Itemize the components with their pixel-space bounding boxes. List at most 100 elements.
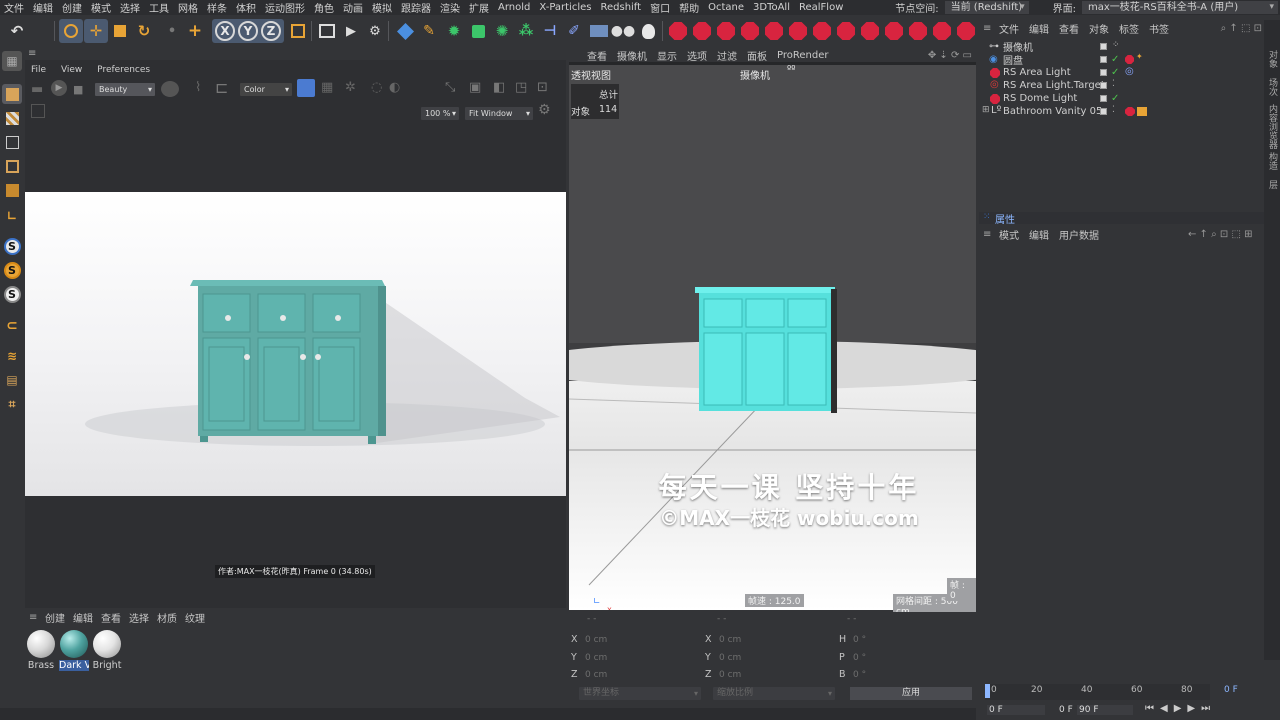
pos-y-field[interactable]: 0 cm bbox=[585, 653, 607, 663]
object-name[interactable]: RS Area Light bbox=[1003, 67, 1071, 78]
aov-dropdown[interactable]: Beauty bbox=[95, 83, 155, 96]
menu-item[interactable]: 工具 bbox=[149, 0, 169, 15]
om-menu-view[interactable]: 查看 bbox=[1059, 21, 1079, 36]
viewport-menu-panel[interactable]: 面板 bbox=[747, 48, 767, 63]
cloner-button[interactable]: ⁂ bbox=[514, 19, 538, 43]
menu-item[interactable]: 窗口 bbox=[650, 0, 670, 15]
locked-workplane-button[interactable]: ⌗ bbox=[2, 394, 22, 414]
menu-file[interactable]: File bbox=[31, 65, 46, 75]
end-frame-field[interactable]: 90 F bbox=[1077, 705, 1133, 715]
zoom-dropdown[interactable]: 100 % bbox=[421, 107, 459, 120]
contrast-icon[interactable]: ◐ bbox=[389, 80, 400, 95]
coordinate-mode-dropdown[interactable]: 世界坐标 bbox=[579, 687, 701, 700]
visibility-toggle[interactable] bbox=[1100, 108, 1107, 115]
expand-toggle-icon[interactable]: ⊞ bbox=[982, 105, 990, 115]
rs-sun-button[interactable] bbox=[810, 19, 834, 43]
render-view-button[interactable]: ▶ bbox=[339, 19, 363, 43]
material-tag-icon[interactable] bbox=[1125, 55, 1134, 64]
menu-item[interactable]: 模拟 bbox=[372, 0, 392, 15]
menu-item[interactable]: Octane bbox=[708, 2, 744, 13]
region-icon[interactable]: ◳ bbox=[515, 80, 527, 95]
subdivision-button[interactable]: ✹ bbox=[442, 19, 466, 43]
workplane-button[interactable]: ≋ bbox=[2, 346, 22, 366]
pos-x-field[interactable]: 0 cm bbox=[585, 635, 607, 645]
add-tool-button[interactable]: + bbox=[183, 19, 207, 43]
viewport-menu-display[interactable]: 显示 bbox=[657, 48, 677, 63]
menu-item[interactable]: 样条 bbox=[207, 0, 227, 15]
menu-item[interactable]: 编辑 bbox=[33, 0, 53, 15]
visibility-toggle[interactable] bbox=[1100, 69, 1107, 76]
visibility-toggle[interactable] bbox=[1100, 82, 1107, 89]
menu-item[interactable]: 跟踪器 bbox=[401, 0, 431, 15]
compare-icon[interactable]: ◧ bbox=[493, 80, 505, 95]
object-row-disc[interactable]: ◉ 圆盘 ✓ ✦ bbox=[979, 52, 1264, 67]
floor-button[interactable] bbox=[587, 19, 611, 43]
undo-button[interactable]: ↶ bbox=[4, 19, 30, 43]
snapshot-icon[interactable]: ▣ bbox=[469, 80, 481, 95]
menu-item[interactable]: 文件 bbox=[4, 0, 24, 15]
pos-z-field[interactable]: 0 cm bbox=[585, 670, 607, 680]
color-dropdown[interactable]: Color bbox=[240, 83, 292, 96]
object-name[interactable]: RS Dome Light bbox=[1003, 93, 1077, 104]
hamburger-icon[interactable]: ≡ bbox=[29, 612, 37, 623]
layout-dropdown[interactable]: max一枝花-RS百科全书-A (用户) bbox=[1082, 1, 1278, 14]
object-row-rs-dome-light[interactable]: RS Dome Light ✓ bbox=[979, 92, 1264, 105]
menu-item[interactable]: 动画 bbox=[343, 0, 363, 15]
rot-p-field[interactable]: 0 ° bbox=[853, 653, 866, 663]
solo-hierarchy-button[interactable]: S bbox=[2, 260, 22, 280]
apply-button[interactable]: 应用 bbox=[850, 687, 972, 700]
playhead[interactable] bbox=[985, 684, 990, 698]
points-mode-button[interactable] bbox=[2, 132, 22, 152]
enabled-check[interactable]: ✓ bbox=[1111, 54, 1119, 65]
scale-mode-dropdown[interactable]: 缩放比例 bbox=[713, 687, 835, 700]
fit-dropdown[interactable]: Fit Window bbox=[465, 107, 533, 120]
cube-object-button[interactable] bbox=[393, 19, 417, 43]
viewport-nav-icons[interactable]: ✥ ⇣ ⟳ ▭ bbox=[928, 50, 972, 61]
attr-menu-edit[interactable]: 编辑 bbox=[1029, 227, 1049, 242]
rs-camera-button[interactable] bbox=[858, 19, 882, 43]
mat-menu-edit[interactable]: 编辑 bbox=[73, 610, 93, 625]
rs-render-button[interactable] bbox=[666, 19, 690, 43]
circle-icon[interactable]: ◌ bbox=[371, 80, 382, 95]
viewport-menu-prorender[interactable]: ProRender bbox=[777, 50, 828, 61]
camera-tag-icon[interactable]: ⁘ bbox=[1112, 40, 1120, 50]
texture-mode-button[interactable] bbox=[2, 108, 22, 128]
enabled-check[interactable]: ✓ bbox=[1111, 93, 1119, 104]
layout-switch-button[interactable]: ▦ bbox=[2, 51, 22, 71]
rs-light-button[interactable] bbox=[714, 19, 738, 43]
menu-item[interactable]: X-Particles bbox=[539, 2, 591, 13]
history-button[interactable] bbox=[161, 81, 179, 97]
hamburger-icon[interactable]: ≡ bbox=[28, 48, 36, 59]
bucket-button[interactable] bbox=[297, 79, 315, 97]
copy-icon[interactable] bbox=[31, 104, 45, 118]
field-button[interactable]: ✐ bbox=[562, 19, 586, 43]
viewport-camera-label[interactable]: 摄像机 bbox=[740, 67, 770, 82]
model-mode-button[interactable] bbox=[2, 84, 22, 104]
mat-menu-texture[interactable]: 纹理 bbox=[185, 610, 205, 625]
object-row-rs-area-light-target[interactable]: ◎ RS Area Light.Target ⁚ bbox=[979, 79, 1264, 92]
light-button[interactable] bbox=[636, 19, 660, 43]
crop-icon[interactable]: ⊏ bbox=[215, 78, 228, 97]
om-menu-objects[interactable]: 对象 bbox=[1089, 21, 1109, 36]
stop-render-icon[interactable]: ■ bbox=[73, 83, 83, 96]
material-ball-brass[interactable] bbox=[27, 630, 55, 658]
menu-item[interactable]: 角色 bbox=[314, 0, 334, 15]
object-name[interactable]: 圆盘 bbox=[1003, 52, 1023, 67]
material-tag-icon-2[interactable] bbox=[1137, 107, 1147, 116]
attr-nav-icons[interactable]: ← ↑ ⌕ ⊡ ⬚ ⊞ bbox=[1188, 229, 1252, 240]
menu-item[interactable]: 网格 bbox=[178, 0, 198, 15]
hamburger-icon[interactable]: ≡ bbox=[983, 23, 991, 34]
side-tab-objects[interactable]: 对象 bbox=[1266, 50, 1278, 68]
om-menu-file[interactable]: 文件 bbox=[999, 21, 1019, 36]
menu-view[interactable]: View bbox=[61, 65, 82, 75]
mat-menu-view[interactable]: 查看 bbox=[101, 610, 121, 625]
rs-environment-button[interactable] bbox=[930, 19, 954, 43]
size-y-field[interactable]: 0 cm bbox=[719, 653, 741, 663]
rs-dome-button[interactable] bbox=[786, 19, 810, 43]
axis-z-toggle[interactable]: Z bbox=[261, 21, 281, 41]
menu-item[interactable]: 模式 bbox=[91, 0, 111, 15]
menu-item[interactable]: 体积 bbox=[236, 0, 256, 15]
solo-button[interactable]: S bbox=[2, 236, 22, 256]
menu-item[interactable]: 运动图形 bbox=[265, 0, 305, 15]
material-name[interactable]: Brass bbox=[26, 660, 56, 671]
